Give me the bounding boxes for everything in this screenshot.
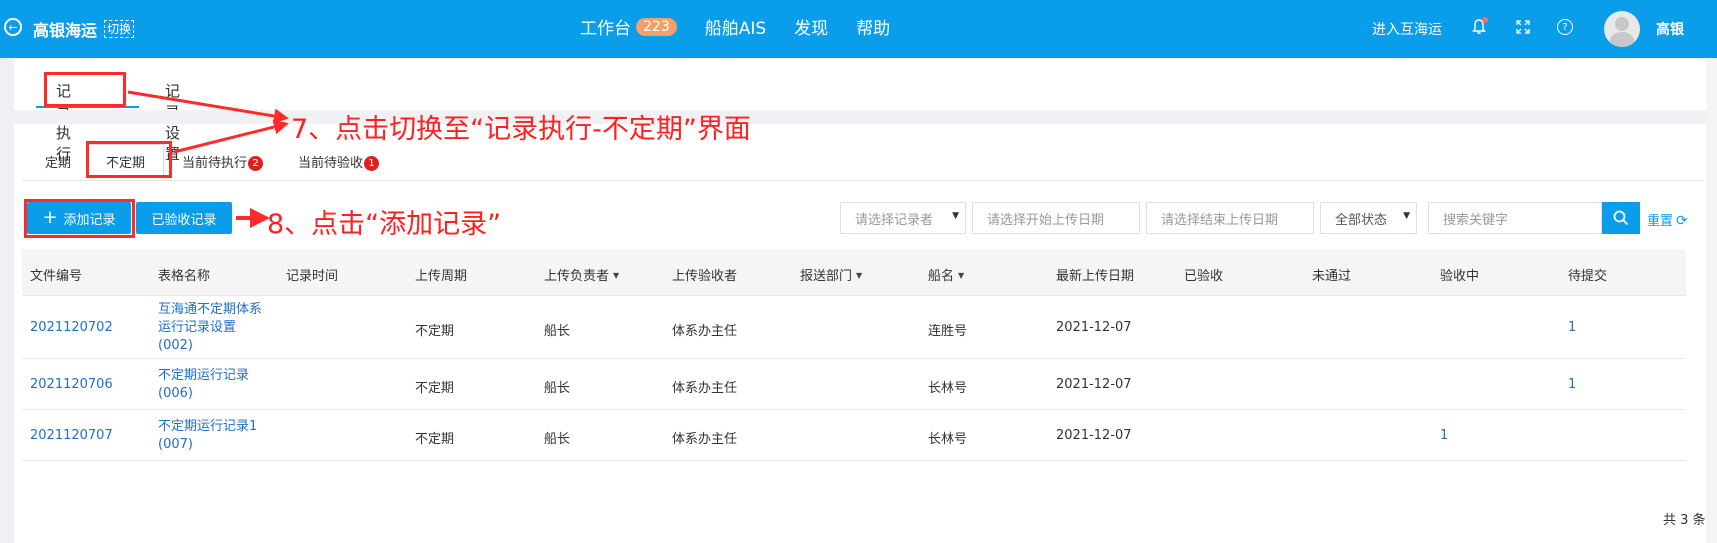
annotation-arrow [127,90,289,124]
annotation-step-8: 8、点击“添加记录” [267,209,502,240]
annotation-arrow [173,119,289,154]
annotation-step-7: 7、点击切换至“记录执行-不定期”界面 [291,114,751,145]
annotation-arrows [127,90,289,228]
